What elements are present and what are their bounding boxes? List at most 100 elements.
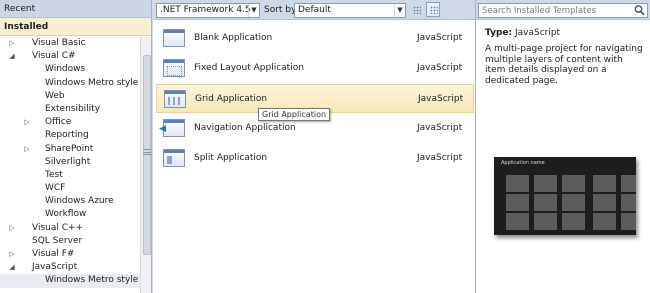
preview-tile <box>506 175 529 192</box>
tree-scrollbar-thumb[interactable] <box>143 55 151 255</box>
tree-item-label: SharePoint <box>45 143 94 154</box>
fixed-template-icon <box>163 59 185 77</box>
tree-item[interactable]: ▷ Visual F# <box>0 248 140 261</box>
chevron-down-icon: ▼ <box>248 4 259 17</box>
preview-tile <box>621 175 636 192</box>
tree-item[interactable]: Extensibility <box>0 103 140 116</box>
tree-item[interactable]: Workflow <box>0 208 140 221</box>
template-name: Split Application <box>194 153 268 163</box>
template-tree-pane: Recent Installed ▷ Visual Basic ◢ Visual C#… <box>0 0 152 293</box>
blank-template-icon <box>163 29 185 47</box>
template-row[interactable]: Blank Application JavaScript <box>156 24 474 53</box>
medium-icons-icon <box>430 6 438 14</box>
template-language: JavaScript <box>417 123 463 133</box>
nav-template-icon <box>159 119 185 137</box>
preview-tile <box>593 213 616 230</box>
tree-item-label: Visual Basic <box>32 38 86 48</box>
tree-item[interactable]: Test <box>0 169 140 182</box>
template-list-pane: .NET Framework 4.5 ▼ Sort by: Default ▼ … <box>153 0 475 293</box>
medium-icons-view-button[interactable] <box>426 2 440 17</box>
template-language: JavaScript <box>417 33 463 43</box>
template-tooltip: Grid Application <box>258 108 331 121</box>
preview-tile <box>562 194 585 211</box>
small-icons-icon <box>413 6 421 14</box>
preview-tile <box>593 175 616 192</box>
tree-item[interactable]: ▷ Office <box>0 116 140 129</box>
tree-item[interactable]: Web <box>0 90 140 103</box>
tree-item[interactable]: ◢ Visual C# <box>0 50 140 63</box>
preview-tile <box>621 194 636 211</box>
preview-tile <box>506 213 529 230</box>
sort-select-value: Default <box>298 5 331 15</box>
template-toolbar: .NET Framework 4.5 ▼ Sort by: Default ▼ <box>153 0 475 20</box>
chevron-down-icon: ▼ <box>394 4 405 17</box>
tree-item-label: Web <box>45 90 65 101</box>
tree-item[interactable]: ▷ Visual C++ <box>0 222 140 235</box>
collapsed-arrow-icon[interactable]: ▷ <box>7 222 17 235</box>
sort-select[interactable]: Default ▼ <box>294 3 406 18</box>
tree-item[interactable]: Reporting <box>0 129 140 142</box>
tree-item-label: Workflow <box>45 209 87 220</box>
template-preview-image: Application name <box>494 157 636 235</box>
recent-header[interactable]: Recent <box>0 0 151 18</box>
search-box[interactable] <box>478 3 648 18</box>
tree-item-label: Windows Metro style <box>45 77 139 88</box>
preview-tile <box>534 213 557 230</box>
expanded-arrow-icon[interactable]: ◢ <box>7 261 17 274</box>
tree-item[interactable]: Windows <box>0 63 140 76</box>
collapsed-arrow-icon[interactable]: ▷ <box>22 143 32 156</box>
tree-item[interactable]: Windows Azure <box>0 195 140 208</box>
tree-item[interactable]: Windows Metro style <box>0 274 140 288</box>
grid-template-icon <box>164 90 186 108</box>
template-language: JavaScript <box>417 63 463 73</box>
preview-tile <box>506 194 529 211</box>
template-row[interactable]: Split Application JavaScript <box>156 144 474 173</box>
tree-item-label: JavaScript <box>32 262 78 273</box>
type-label: Type: <box>485 28 513 38</box>
collapsed-arrow-icon[interactable]: ▷ <box>22 116 32 129</box>
template-language: JavaScript <box>417 153 463 163</box>
installed-header[interactable]: Installed <box>0 18 151 36</box>
tree-item-label: Test <box>45 169 63 180</box>
template-type: Type: JavaScript <box>485 28 560 38</box>
search-input[interactable] <box>479 4 629 17</box>
tree-item[interactable]: Silverlight <box>0 156 140 169</box>
tree-item-label: Visual F# <box>32 249 75 259</box>
preview-tile <box>593 194 616 211</box>
tree-item-label: Visual C# <box>32 51 76 62</box>
template-description: A multi-page project for navigating mult… <box>485 44 643 86</box>
template-details-pane: Type: JavaScript A multi-page project fo… <box>475 0 650 293</box>
tree-item[interactable]: ▷ SharePoint <box>0 143 140 156</box>
template-row[interactable]: Fixed Layout Application JavaScript <box>156 54 474 83</box>
split-template-icon <box>163 149 185 167</box>
tree-item[interactable]: WCF <box>0 182 140 195</box>
search-icon[interactable] <box>633 4 646 17</box>
search-bar <box>476 0 650 20</box>
preview-app-title: Application name <box>501 160 545 166</box>
framework-select[interactable]: .NET Framework 4.5 ▼ <box>156 3 260 18</box>
expanded-arrow-icon[interactable]: ◢ <box>7 50 17 63</box>
tree-item-label: Extensibility <box>45 103 101 114</box>
scrollbar-grip-icon <box>143 149 151 155</box>
template-name: Grid Application <box>195 94 268 104</box>
tree-item-label: SQL Server <box>32 235 83 246</box>
tree-item-label: Office <box>45 117 72 128</box>
framework-select-value: .NET Framework 4.5 <box>160 5 251 15</box>
collapsed-arrow-icon[interactable]: ▷ <box>7 37 17 50</box>
tree-item-label: Visual C++ <box>32 222 84 233</box>
tree-item[interactable]: SQL Server <box>0 235 140 248</box>
template-name: Fixed Layout Application <box>194 63 304 73</box>
tree-item-label: Windows Azure <box>45 196 114 207</box>
tree-item[interactable]: ◢ JavaScript <box>0 261 140 274</box>
tree-item[interactable]: Windows Metro style <box>0 77 140 90</box>
tree-item-label: Windows Metro style <box>45 275 139 286</box>
small-icons-view-button[interactable] <box>409 2 423 17</box>
tree-item-label: Reporting <box>45 130 89 141</box>
tree-scrollbar[interactable] <box>140 37 151 293</box>
tree-item-label: Silverlight <box>45 156 91 167</box>
preview-tile <box>534 194 557 211</box>
collapsed-arrow-icon[interactable]: ▷ <box>7 248 17 261</box>
tree-item[interactable]: ▷ Visual Basic <box>0 37 140 50</box>
preview-tile <box>621 213 636 230</box>
template-name: Blank Application <box>194 33 273 43</box>
